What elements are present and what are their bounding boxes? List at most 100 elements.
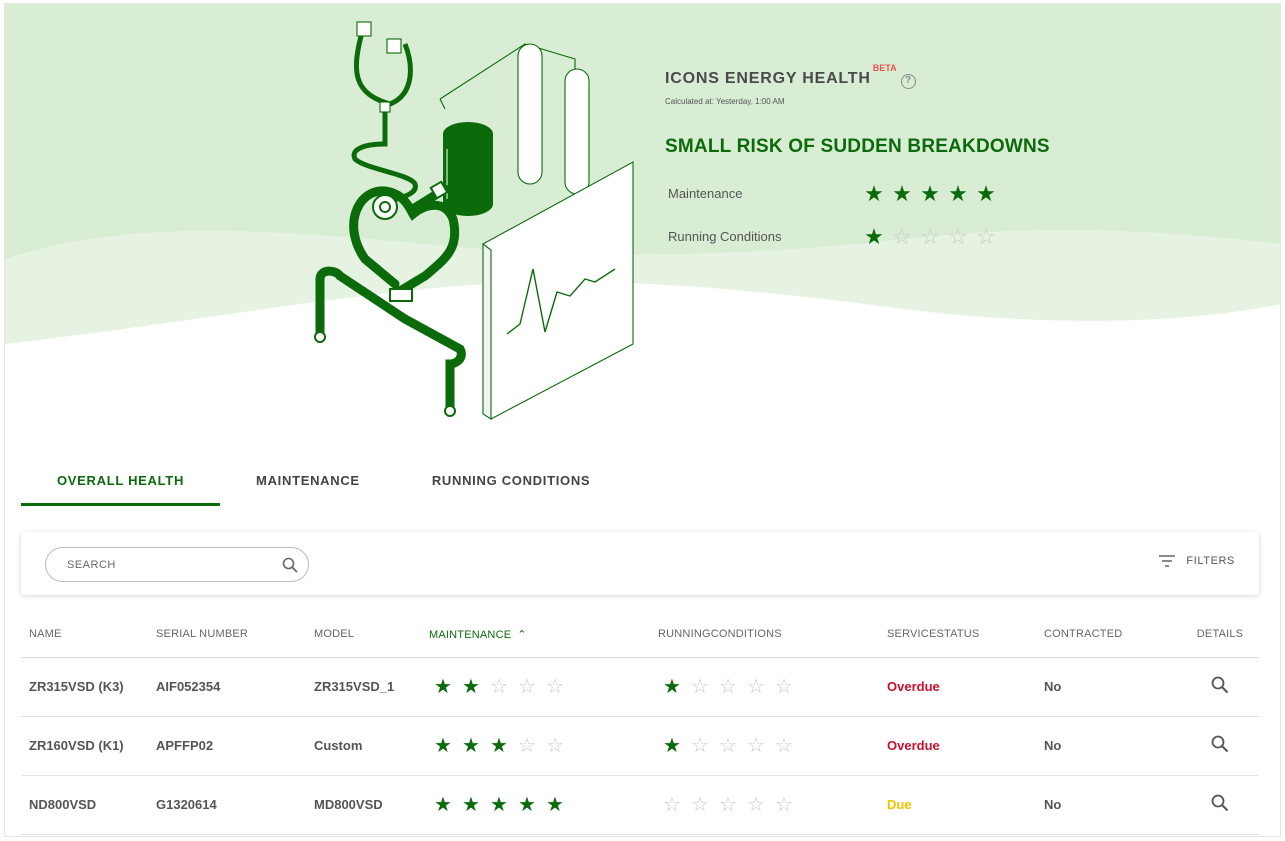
table-row[interactable]: ND800VSD G1320614 MD800VSD ★ ★ ★ ★ ★ ☆ ☆ ☆ ☆ ☆ Due No	[21, 775, 1259, 835]
service-status: Overdue	[879, 657, 1036, 717]
running-conditions-rating: ★ ☆ ☆ ☆ ☆	[658, 736, 879, 756]
star-empty-icon: ☆	[546, 675, 564, 698]
column-running-conditions[interactable]: RUNNINGCONDITIONS	[650, 612, 879, 658]
filters-label: FILTERS	[1186, 555, 1235, 567]
table-row[interactable]: ZR315VSD (K3) AIF052354 ZR315VSD_1 ★ ★ ☆ ☆ ☆ ★ ☆ ☆…	[21, 657, 1259, 717]
star-empty-icon: ☆	[747, 734, 765, 757]
beta-badge: BETA	[872, 63, 897, 73]
column-maintenance[interactable]: MAINTENANCE ⌃	[421, 612, 650, 658]
table-row[interactable]: ZR160VSD (K1) APFFP02 Custom ★ ★ ★ ☆ ☆ ★ ☆ ☆ ☆ ☆ Over…	[21, 716, 1259, 776]
star-empty-icon: ☆	[892, 223, 912, 249]
star-empty-icon: ☆	[920, 223, 940, 249]
star-empty-icon: ☆	[663, 793, 681, 816]
asset-name: ND800VSD	[21, 775, 148, 835]
tab-overall-health[interactable]: OVERALL HEALTH	[21, 466, 221, 506]
asset-name: ZR315VSD (K3)	[21, 657, 148, 717]
details-search-icon[interactable]	[1211, 735, 1229, 753]
column-maintenance-label: MAINTENANCE	[429, 628, 512, 641]
maintenance-rating-cell: ★ ★ ★ ☆ ☆	[421, 716, 650, 776]
star-empty-icon: ☆	[775, 734, 793, 757]
star-empty-icon: ☆	[976, 223, 996, 249]
star-empty-icon: ☆	[546, 734, 564, 757]
running-conditions-rating: ★ ☆ ☆ ☆ ☆	[658, 677, 879, 697]
filter-icon	[1159, 555, 1176, 567]
asset-name: ZR160VSD (K1)	[21, 716, 148, 776]
health-hero: ICONS ENERGY HEALTHBETA? Calculated at: …	[5, 4, 1280, 444]
maintenance-rating-cell: ★ ★ ★ ★ ★	[421, 775, 650, 835]
app-frame: ICONS ENERGY HEALTHBETA? Calculated at: …	[4, 3, 1281, 837]
compressor-illustration	[314, 21, 634, 420]
service-status: Due	[879, 775, 1036, 835]
star-filled-icon: ★	[518, 793, 536, 816]
model: MD800VSD	[306, 775, 421, 835]
filters-button[interactable]: FILTERS	[1159, 555, 1235, 567]
star-filled-icon: ★	[864, 180, 884, 206]
star-empty-icon: ☆	[691, 675, 709, 698]
star-filled-icon: ★	[663, 734, 681, 757]
search-box	[45, 547, 309, 582]
contracted: No	[1036, 716, 1181, 776]
star-filled-icon: ★	[920, 180, 940, 206]
tab-running-conditions[interactable]: RUNNING CONDITIONS	[396, 466, 627, 506]
star-empty-icon: ☆	[719, 734, 737, 757]
details-search-icon[interactable]	[1211, 676, 1229, 694]
table-header-row: NAME SERIAL NUMBER MODEL MAINTENANCE ⌃ RU…	[21, 612, 1259, 658]
column-serial-number[interactable]: SERIAL NUMBER	[148, 612, 306, 658]
column-service-status[interactable]: SERVICESTATUS	[879, 612, 1036, 658]
table-toolbar: FILTERS	[21, 532, 1259, 595]
star-empty-icon: ☆	[948, 223, 968, 249]
star-filled-icon: ★	[434, 793, 452, 816]
star-empty-icon: ☆	[518, 734, 536, 757]
column-contracted[interactable]: CONTRACTED	[1036, 612, 1181, 658]
star-empty-icon: ☆	[747, 793, 765, 816]
search-input[interactable]	[46, 548, 266, 581]
details-cell	[1181, 716, 1259, 776]
running-conditions-rating-cell: ★ ☆ ☆ ☆ ☆	[650, 716, 879, 776]
maintenance-rating: ★ ★ ★ ☆ ☆	[429, 736, 650, 756]
help-icon[interactable]: ?	[900, 74, 916, 89]
search-icon[interactable]	[282, 557, 298, 573]
star-filled-icon: ★	[462, 734, 480, 757]
star-empty-icon: ☆	[691, 734, 709, 757]
star-empty-icon: ☆	[691, 793, 709, 816]
health-summary: ICONS ENERGY HEALTHBETA? Calculated at: …	[665, 63, 1050, 258]
risk-headline: SMALL RISK OF SUDDEN BREAKDOWNS	[665, 136, 1050, 157]
column-name[interactable]: NAME	[21, 612, 148, 658]
star-empty-icon: ☆	[775, 675, 793, 698]
star-filled-icon: ★	[434, 734, 452, 757]
contracted: No	[1036, 657, 1181, 717]
score-row: Maintenance ★ ★ ★ ★ ★	[665, 172, 1050, 215]
star-filled-icon: ★	[976, 180, 996, 206]
serial-number: G1320614	[148, 775, 306, 835]
serial-number: APFFP02	[148, 716, 306, 776]
star-empty-icon: ☆	[775, 793, 793, 816]
tab-maintenance[interactable]: MAINTENANCE	[220, 466, 396, 506]
star-filled-icon: ★	[490, 793, 508, 816]
star-empty-icon: ☆	[719, 793, 737, 816]
maintenance-rating: ★ ★ ☆ ☆ ☆	[429, 677, 650, 697]
serial-number: AIF052354	[148, 657, 306, 717]
model: ZR315VSD_1	[306, 657, 421, 717]
calculated-timestamp: Calculated at: Yesterday, 1:00 AM	[665, 97, 785, 106]
running-conditions-rating-cell: ☆ ☆ ☆ ☆ ☆	[650, 775, 879, 835]
column-model[interactable]: MODEL	[306, 612, 421, 658]
score-row: Running Conditions ★ ☆ ☆ ☆ ☆	[665, 215, 1050, 258]
star-empty-icon: ☆	[518, 675, 536, 698]
running-conditions-rating-cell: ★ ☆ ☆ ☆ ☆	[650, 657, 879, 717]
star-empty-icon: ☆	[719, 675, 737, 698]
star-filled-icon: ★	[546, 793, 564, 816]
assets-table: NAME SERIAL NUMBER MODEL MAINTENANCE ⌃ RU…	[21, 612, 1259, 835]
hero-background	[5, 4, 1280, 344]
running-conditions-rating: ☆ ☆ ☆ ☆ ☆	[658, 795, 879, 815]
star-filled-icon: ★	[490, 734, 508, 757]
star-filled-icon: ★	[948, 180, 968, 206]
contracted: No	[1036, 775, 1181, 835]
star-filled-icon: ★	[663, 675, 681, 698]
star-filled-icon: ★	[462, 793, 480, 816]
score-rating: ★ ☆ ☆ ☆ ☆	[860, 223, 1000, 249]
maintenance-rating: ★ ★ ★ ★ ★	[429, 795, 650, 815]
sort-ascending-icon[interactable]: ⌃	[517, 628, 526, 641]
details-search-icon[interactable]	[1211, 794, 1229, 812]
health-tabs: OVERALL HEALTH MAINTENANCE RUNNING CONDI…	[21, 466, 626, 506]
column-details: DETAILS	[1181, 612, 1259, 658]
